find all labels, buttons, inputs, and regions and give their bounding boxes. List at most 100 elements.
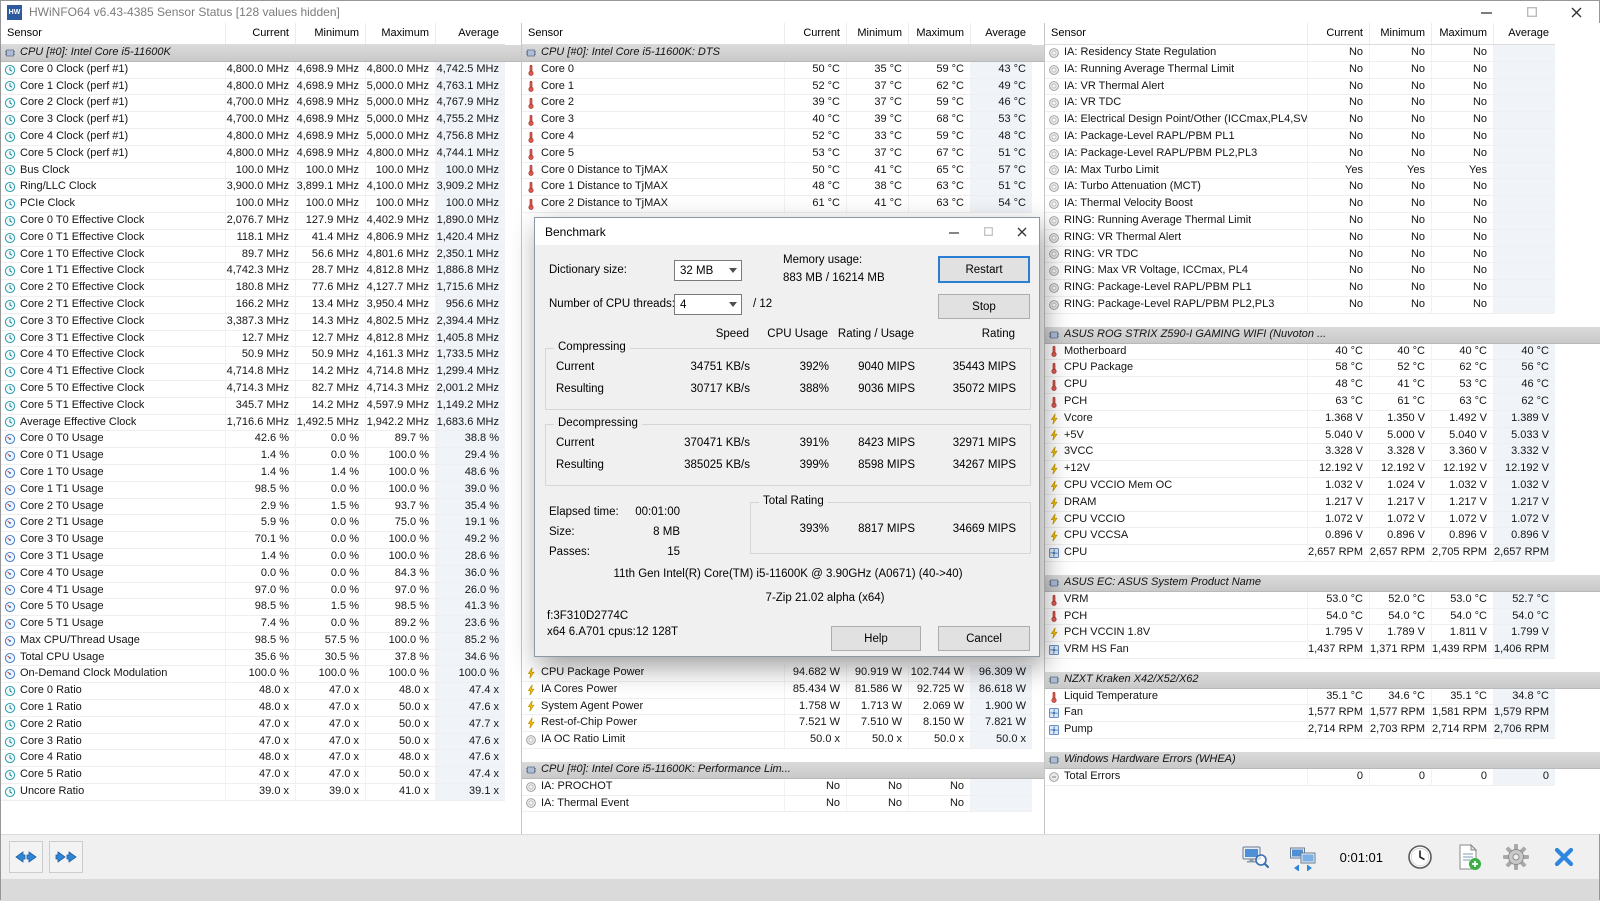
sensor-row[interactable]: Ring/LLC Clock3,900.0 MHz3,899.1 MHz4,10… [1, 179, 505, 196]
sensor-row[interactable]: IA: Package-Level RAPL/PBM PL1NoNoNo [1045, 129, 1555, 146]
sensor-row[interactable]: Bus Clock100.0 MHz100.0 MHz100.0 MHz100.… [1, 163, 505, 180]
sensor-row[interactable]: RING: Package-Level RAPL/PBM PL2,PL3NoNo… [1045, 297, 1555, 314]
sensor-row[interactable]: VRM53.0 °C52.0 °C53.0 °C52.7 °C [1045, 592, 1555, 609]
sensor-row[interactable]: Core 0 Distance to TjMAX50 °C41 °C65 °C5… [522, 163, 1032, 180]
sensor-row[interactable]: Core 340 °C39 °C68 °C53 °C [522, 112, 1032, 129]
sensor-row[interactable]: Core 2 Ratio47.0 x47.0 x50.0 x47.7 x [1, 717, 505, 734]
sensor-row[interactable]: IA: VR Thermal AlertNoNoNo [1045, 79, 1555, 96]
sensor-row[interactable]: Core 0 T1 Effective Clock118.1 MHz41.4 M… [1, 230, 505, 247]
sensor-group-row[interactable]: NZXT Kraken X42/X52/X62 [1045, 672, 1600, 689]
sensor-group-row[interactable]: Windows Hardware Errors (WHEA) [1045, 752, 1600, 769]
sensor-row[interactable]: PCIe Clock100.0 MHz100.0 MHz100.0 MHz100… [1, 196, 505, 213]
help-button[interactable]: Help [831, 626, 921, 651]
sensor-row[interactable]: IA: Running Average Thermal LimitNoNoNo [1045, 62, 1555, 79]
sensor-row[interactable]: Core 0 Ratio48.0 x47.0 x48.0 x47.4 x [1, 683, 505, 700]
sensor-row[interactable]: Core 4 T0 Effective Clock50.9 MHz50.9 MH… [1, 347, 505, 364]
sensor-group-row[interactable]: CPU [#0]: Intel Core i5-11600K: Performa… [522, 762, 1044, 779]
sensor-row[interactable]: Core 5 T1 Effective Clock345.7 MHz14.2 M… [1, 398, 505, 415]
sensor-row[interactable]: Core 1 T1 Effective Clock4,742.3 MHz28.7… [1, 263, 505, 280]
sensor-row[interactable]: Uncore Ratio39.0 x39.0 x41.0 x39.1 x [1, 784, 505, 801]
minimize-button[interactable] [1464, 1, 1509, 23]
dialog-maximize-button[interactable] [971, 218, 1005, 245]
sensor-row[interactable]: Fan1,577 RPM1,577 RPM1,581 RPM1,579 RPM [1045, 705, 1555, 722]
cancel-button[interactable]: Cancel [938, 626, 1030, 651]
sensor-row[interactable]: Core 4 T1 Effective Clock4,714.8 MHz14.2… [1, 364, 505, 381]
sensor-row[interactable]: Core 1 Clock (perf #1)4,800.0 MHz4,698.9… [1, 79, 505, 96]
sensor-row[interactable]: Core 2 Clock (perf #1)4,700.0 MHz4,698.9… [1, 95, 505, 112]
sensor-row[interactable]: IA: Thermal EventNoNoNo [522, 796, 1032, 813]
sensor-row[interactable]: Vcore1.368 V1.350 V1.492 V1.389 V [1045, 411, 1555, 428]
sensor-row[interactable]: Core 5 Ratio47.0 x47.0 x50.0 x47.4 x [1, 767, 505, 784]
sensor-row[interactable]: Core 2 Distance to TjMAX61 °C41 °C63 °C5… [522, 196, 1032, 213]
sensor-row[interactable]: Motherboard40 °C40 °C40 °C40 °C [1045, 344, 1555, 361]
sensor-row[interactable]: Core 1 T1 Usage98.5 %0.0 %100.0 %39.0 % [1, 482, 505, 499]
sensor-row[interactable]: DRAM1.217 V1.217 V1.217 V1.217 V [1045, 495, 1555, 512]
sensor-row[interactable]: Average Effective Clock1,716.6 MHz1,492.… [1, 415, 505, 432]
sensor-row[interactable]: Core 1 Distance to TjMAX48 °C38 °C63 °C5… [522, 179, 1032, 196]
sensor-row[interactable]: IA Cores Power85.434 W81.586 W92.725 W86… [522, 682, 1032, 699]
sensor-row[interactable]: Core 5 T0 Usage98.5 %1.5 %98.5 %41.3 % [1, 599, 505, 616]
settings-button[interactable] [1495, 839, 1537, 875]
sensor-group-row[interactable]: CPU [#0]: Intel Core i5-11600K: DTS [522, 45, 1044, 62]
sensor-row[interactable]: Core 5 T1 Usage7.4 %0.0 %89.2 %23.6 % [1, 616, 505, 633]
sensor-row[interactable]: CPU VCCIO1.072 V1.072 V1.072 V1.072 V [1045, 512, 1555, 529]
sensor-group-row[interactable]: ASUS EC: ASUS System Product Name [1045, 575, 1600, 592]
sensor-row[interactable]: +5V5.040 V5.000 V5.040 V5.033 V [1045, 428, 1555, 445]
maximize-button[interactable] [1509, 1, 1554, 23]
sensor-row[interactable]: Core 4 T0 Usage0.0 %0.0 %84.3 %36.0 % [1, 566, 505, 583]
sensor-row[interactable]: RING: VR TDCNoNoNo [1045, 247, 1555, 264]
cpu-threads-select[interactable]: 4 [674, 294, 742, 315]
sensor-row[interactable]: IA: PROCHOTNoNoNo [522, 779, 1032, 796]
sensor-row[interactable]: Core 4 Ratio48.0 x47.0 x48.0 x47.6 x [1, 750, 505, 767]
sensor-row[interactable]: Core 3 Ratio47.0 x47.0 x50.0 x47.6 x [1, 734, 505, 751]
sensor-row[interactable]: Core 1 T0 Usage1.4 %1.4 %100.0 %48.6 % [1, 465, 505, 482]
sensor-row[interactable]: PCH54.0 °C54.0 °C54.0 °C54.0 °C [1045, 609, 1555, 626]
sensor-group-row[interactable]: CPU [#0]: Intel Core i5-11600K [1, 45, 521, 62]
sensor-row[interactable]: Core 1 Ratio48.0 x47.0 x50.0 x47.6 x [1, 700, 505, 717]
sensor-row[interactable]: Liquid Temperature35.1 °C34.6 °C35.1 °C3… [1045, 689, 1555, 706]
sensor-row[interactable]: System Agent Power1.758 W1.713 W2.069 W1… [522, 699, 1032, 716]
sensor-row[interactable]: Core 1 T0 Effective Clock89.7 MHz56.6 MH… [1, 247, 505, 264]
close-button[interactable] [1554, 1, 1599, 23]
sensor-row[interactable]: Pump2,714 RPM2,703 RPM2,714 RPM2,706 RPM [1045, 722, 1555, 739]
exit-button[interactable] [1543, 839, 1585, 875]
sensor-row[interactable]: CPU48 °C41 °C53 °C46 °C [1045, 377, 1555, 394]
stop-button[interactable]: Stop [938, 294, 1030, 319]
sensor-row[interactable]: RING: Running Average Thermal LimitNoNoN… [1045, 213, 1555, 230]
dialog-minimize-button[interactable] [937, 218, 971, 245]
sensor-row[interactable]: IA: VR TDCNoNoNo [1045, 95, 1555, 112]
sensor-row[interactable]: IA OC Ratio Limit50.0 x50.0 x50.0 x50.0 … [522, 732, 1032, 749]
sensor-row[interactable]: Core 452 °C33 °C59 °C48 °C [522, 129, 1032, 146]
sensor-row[interactable]: Max CPU/Thread Usage98.5 %57.5 %100.0 %8… [1, 633, 505, 650]
sensor-row[interactable]: Core 553 °C37 °C67 °C51 °C [522, 146, 1032, 163]
remote-monitoring-button[interactable] [1282, 839, 1324, 875]
sensor-row[interactable]: Core 0 T0 Usage42.6 %0.0 %89.7 %38.8 % [1, 431, 505, 448]
sensor-row[interactable]: PCH63 °C61 °C63 °C62 °C [1045, 394, 1555, 411]
sensor-row[interactable]: Core 2 T0 Usage2.9 %1.5 %93.7 %35.4 % [1, 499, 505, 516]
sensor-row[interactable]: Core 4 Clock (perf #1)4,800.0 MHz4,698.9… [1, 129, 505, 146]
sensor-row[interactable]: Core 0 Clock (perf #1)4,800.0 MHz4,698.9… [1, 62, 505, 79]
sensor-row[interactable]: IA: Electrical Design Point/Other (ICCma… [1045, 112, 1555, 129]
sensor-row[interactable]: On-Demand Clock Modulation100.0 %100.0 %… [1, 666, 505, 683]
sensor-row[interactable]: Core 0 T1 Usage1.4 %0.0 %100.0 %29.4 % [1, 448, 505, 465]
sensor-row[interactable]: IA: Residency State RegulationNoNoNo [1045, 45, 1555, 62]
sensor-row[interactable]: Core 3 T1 Usage1.4 %0.0 %100.0 %28.6 % [1, 549, 505, 566]
sensor-row[interactable]: Core 0 T0 Effective Clock2,076.7 MHz127.… [1, 213, 505, 230]
sensor-row[interactable]: +12V12.192 V12.192 V12.192 V12.192 V [1045, 461, 1555, 478]
logging-timer-button[interactable] [1399, 839, 1441, 875]
sensor-row[interactable]: Core 2 T0 Effective Clock180.8 MHz77.6 M… [1, 280, 505, 297]
sensor-row[interactable]: CPU Package58 °C52 °C62 °C56 °C [1045, 360, 1555, 377]
sensor-row[interactable]: Total CPU Usage35.6 %30.5 %37.8 %34.6 % [1, 650, 505, 667]
sensor-row[interactable]: CPU Package Power94.682 W90.919 W102.744… [522, 665, 1032, 682]
sensor-row[interactable]: Core 3 T0 Usage70.1 %0.0 %100.0 %49.2 % [1, 532, 505, 549]
sensor-scan-button[interactable] [1234, 839, 1276, 875]
dialog-close-button[interactable] [1005, 218, 1039, 245]
sensor-row[interactable]: Core 4 T1 Usage97.0 %0.0 %97.0 %26.0 % [1, 583, 505, 600]
sensor-row[interactable]: 3VCC3.328 V3.328 V3.360 V3.332 V [1045, 444, 1555, 461]
sensor-row[interactable]: Core 2 T1 Usage5.9 %0.0 %75.0 %19.1 % [1, 515, 505, 532]
sensor-row[interactable]: Rest-of-Chip Power7.521 W7.510 W8.150 W7… [522, 715, 1032, 732]
sensor-row[interactable]: VRM HS Fan1,437 RPM1,371 RPM1,439 RPM1,4… [1045, 642, 1555, 659]
sensor-row[interactable]: IA: Package-Level RAPL/PBM PL2,PL3NoNoNo [1045, 146, 1555, 163]
sensor-row[interactable]: IA: Turbo Attenuation (MCT)NoNoNo [1045, 179, 1555, 196]
nav-back-button[interactable] [9, 841, 43, 873]
